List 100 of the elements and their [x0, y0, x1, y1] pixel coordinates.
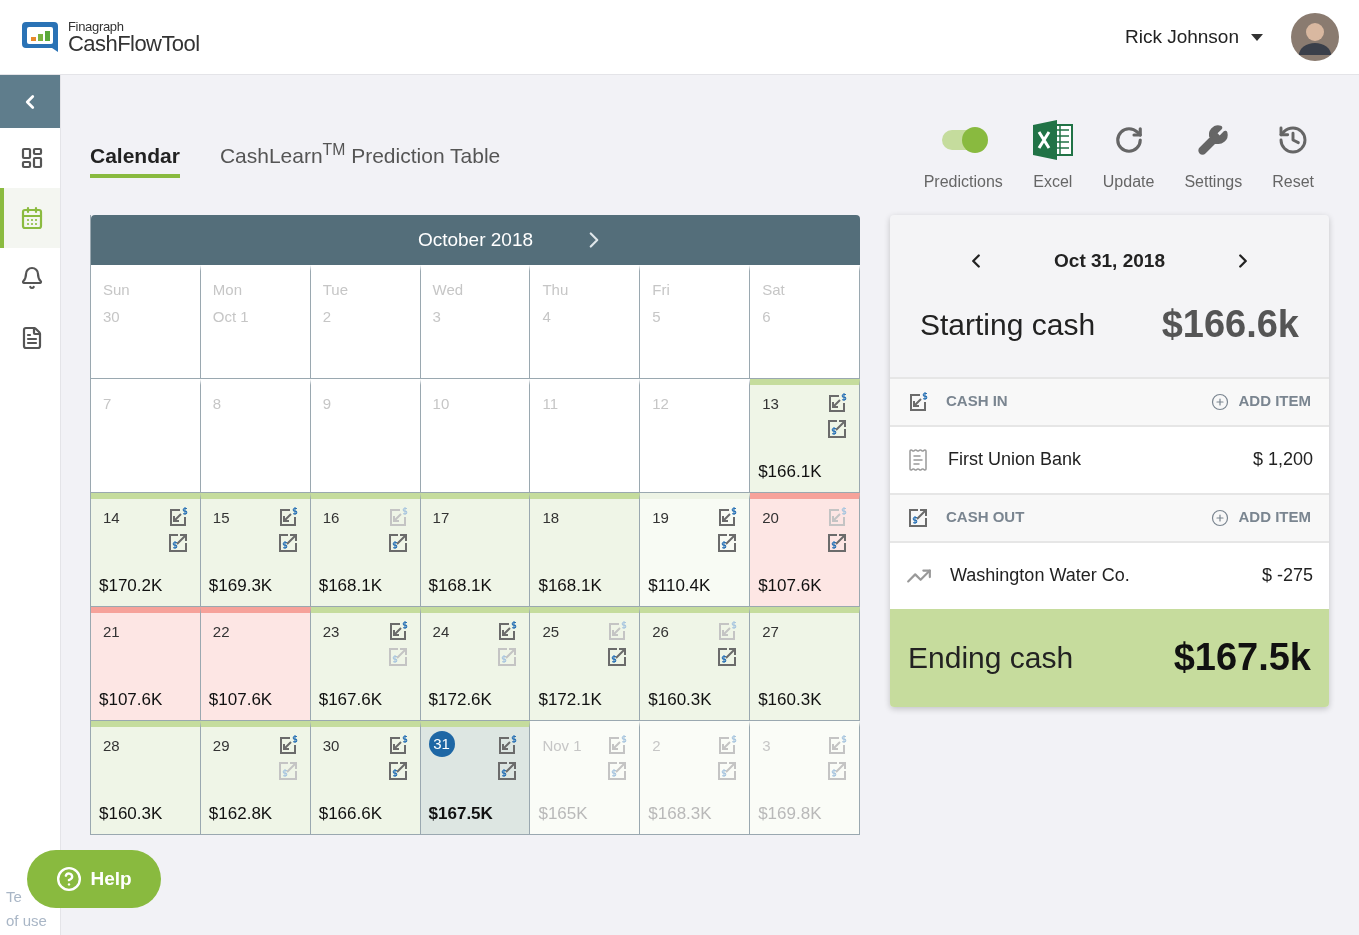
cash-item-row[interactable]: Washington Water Co. $ -275 [890, 542, 1329, 609]
calendar-day[interactable]: 23 $167.6K [310, 607, 421, 721]
calendar-day[interactable]: 28 $160.3K [91, 721, 201, 835]
cash-in-icon [607, 621, 628, 641]
day-balance: $167.5K [428, 802, 494, 825]
weekday-label: Tue [322, 280, 348, 300]
day-balance: $107.6K [208, 688, 274, 711]
day-number: 31 [428, 731, 455, 757]
cash-out-icon [717, 761, 738, 781]
calendar-day[interactable]: 31 $167.5K [420, 721, 531, 835]
item-amount: $ 1,200 [1252, 448, 1313, 471]
section-title: CASH OUT [946, 507, 1025, 528]
day-balance: $107.6K [758, 574, 823, 597]
toggle-icon [942, 130, 985, 150]
refresh-icon [1113, 125, 1144, 155]
cash-in-icon [607, 735, 628, 755]
calendar-day[interactable]: 13 $166.1K [750, 379, 860, 493]
cash-out-icon [277, 761, 298, 781]
day-number: 22 [212, 622, 230, 642]
day-number: 30 [322, 736, 340, 756]
calendar-day[interactable]: 17 $168.1K [420, 493, 531, 607]
toolbar-button[interactable]: Update [1102, 120, 1155, 194]
caret-icon [1251, 33, 1263, 41]
user-menu[interactable]: Rick Johnson [1124, 22, 1263, 52]
toolbar-button[interactable]: Excel [1032, 120, 1073, 194]
calendar-day[interactable]: 24 $172.6K [420, 607, 531, 721]
day-number: 9 [322, 394, 332, 414]
day-number: 6 [762, 306, 772, 327]
cash-in-icon [827, 393, 847, 413]
calendar-day[interactable]: 30 $166.6K [310, 721, 421, 835]
document-icon [20, 326, 44, 350]
calendar-day[interactable]: 20 $107.6K [750, 493, 860, 607]
day-number: 21 [103, 622, 120, 642]
calendar-day[interactable]: 18 $168.1K [530, 493, 641, 607]
calendar-day[interactable]: 26 $160.3K [640, 607, 751, 721]
cash-out-icon [827, 533, 847, 553]
cash-in-icon [277, 507, 298, 527]
day-number: 24 [432, 622, 450, 642]
day-balance: $168.1K [428, 574, 493, 597]
day-balance: $160.3K [99, 802, 164, 825]
cash-out-icon [167, 533, 188, 553]
section-title: CASH IN [946, 391, 1008, 412]
day-balance: $172.1K [538, 688, 603, 711]
add-item-button[interactable]: ADD ITEM [1210, 390, 1311, 413]
avatar[interactable] [1291, 13, 1339, 61]
cash-out-icon [387, 761, 408, 781]
calendar-day[interactable]: 21 $107.6K [91, 607, 201, 721]
view-tab[interactable]: Calendar [90, 140, 180, 178]
cash-in-icon [827, 735, 847, 755]
ending-cash-value: $167.5k [1173, 635, 1311, 680]
day-number: 13 [762, 394, 779, 414]
calendar-day[interactable]: 19 $110.4K [640, 493, 751, 607]
weekday-label: Thu [542, 280, 569, 300]
day-balance: $169.3K [208, 574, 274, 597]
starting-cash-label: Starting cash [920, 306, 1096, 343]
day-balance: $167.6K [318, 688, 384, 711]
calendar-day[interactable]: 25 $172.1K [530, 607, 641, 721]
toolbar-button[interactable]: Predictions [923, 120, 1003, 194]
starting-cash-value: $166.6k [1161, 301, 1299, 347]
item-amount: $ -275 [1261, 564, 1313, 587]
day-balance: $165K [538, 802, 589, 825]
brand-subtitle: Finagraph [68, 19, 124, 33]
cash-out-icon [607, 761, 628, 781]
day-number: 16 [322, 508, 340, 528]
cash-out-icon [387, 533, 408, 553]
day-number: 8 [212, 394, 222, 414]
spreadsheet-icon [1032, 120, 1073, 160]
cash-out-icon [827, 419, 847, 439]
cash-out-icon [277, 533, 298, 553]
day-number: 17 [432, 508, 450, 528]
day-balance: $162.8K [208, 802, 274, 825]
calendar-day[interactable]: 22 $107.6K [200, 607, 311, 721]
cash-out-icon [607, 647, 628, 667]
cash-out-icon [827, 761, 847, 781]
add-item-button[interactable]: ADD ITEM [1210, 506, 1311, 529]
settings-icon [1197, 124, 1230, 156]
cash-out-icon [717, 647, 738, 667]
cash-item-row[interactable]: First Union Bank $ 1,200 [890, 426, 1329, 493]
day-number: 3 [432, 306, 442, 327]
cash-in-icon [277, 735, 298, 755]
calendar-day[interactable]: 29 $162.8K [200, 721, 311, 835]
day-number: 20 [762, 508, 779, 528]
calendar-day[interactable]: 15 $169.3K [200, 493, 311, 607]
calendar-day[interactable]: 14 $170.2K [91, 493, 201, 607]
toolbar-button[interactable]: Reset [1272, 120, 1314, 194]
cash-in-icon [717, 735, 738, 755]
day-number: 29 [212, 736, 230, 756]
calendar-day[interactable]: 27 $160.3K [750, 607, 860, 721]
day-balance: $166.1K [758, 460, 823, 483]
month-title: October 2018 [417, 227, 534, 252]
day-number: 25 [542, 622, 560, 642]
calendar-day[interactable]: 16 $168.1K [310, 493, 421, 607]
view-tab[interactable]: CashLearn$^{TM}$ Prediction Table [219, 140, 501, 178]
toolbar-button[interactable]: Settings [1184, 120, 1243, 194]
day-number: 26 [652, 622, 669, 642]
day-number: 7 [103, 394, 112, 414]
day-number: 5 [652, 306, 662, 327]
day-number: 18 [542, 508, 560, 528]
day-balance: $160.3K [648, 688, 713, 711]
cash-in-icon [497, 735, 518, 755]
